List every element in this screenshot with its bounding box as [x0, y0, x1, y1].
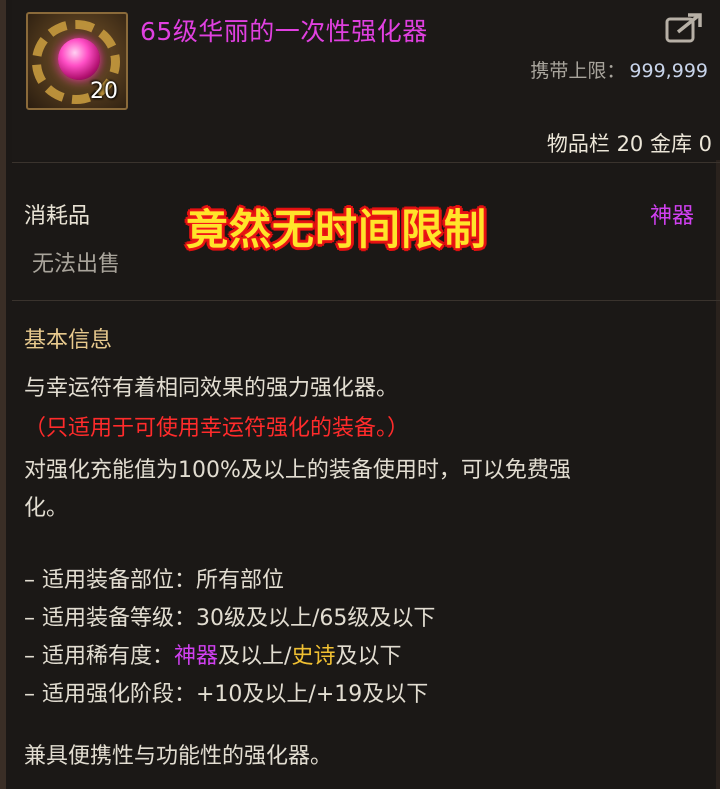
stack-count: 20 [90, 79, 118, 104]
section-divider [12, 300, 720, 301]
rarity-mid: 及以上/ [218, 644, 292, 669]
rarity-range-label: – 适用稀有度： [24, 644, 174, 669]
section-title: 基本信息 [24, 328, 113, 353]
equip-level-value: 30级及以上/65级及以下 [196, 606, 436, 631]
tooltip-header: 20 65级华丽的一次性强化器 携带上限： 999,999 物品栏 20 金库 0 [12, 0, 720, 160]
equip-level-line: – 适用装备等级：30级及以上/65级及以下 [24, 600, 435, 632]
sell-status: 无法出售 [32, 252, 121, 277]
item-tooltip: 20 65级华丽的一次性强化器 携带上限： 999,999 物品栏 20 金库 0… [0, 0, 720, 789]
rarity-min: 神器 [174, 644, 219, 669]
item-type: 消耗品 [24, 204, 91, 229]
item-title: 65级华丽的一次性强化器 [140, 17, 428, 46]
equip-slot-line: – 适用装备部位：所有部位 [24, 562, 284, 594]
description-line-3: 对强化充能值为100%及以上的装备使用时，可以免费强 [24, 458, 571, 483]
enhance-stage-label: – 适用强化阶段： [24, 682, 196, 707]
enhance-stage-value: +10及以上/+19及以下 [196, 682, 429, 707]
equip-level-label: – 适用装备等级： [24, 606, 196, 631]
header-divider [12, 162, 720, 163]
share-export-icon[interactable] [664, 12, 704, 44]
storage-info: 物品栏 20 金库 0 [546, 132, 712, 156]
description-line-1: 与幸运符有着相同效果的强力强化器。 [24, 376, 399, 401]
rarity-label: 神器 [649, 204, 694, 229]
rarity-end: 及以下 [335, 644, 402, 669]
equip-slot-label: – 适用装备部位： [24, 568, 196, 593]
description-line-4: 化。 [24, 496, 69, 521]
carry-limit: 携带上限： 999,999 [530, 56, 708, 83]
description-warning: （只适用于可使用幸运符强化的装备。） [24, 416, 410, 441]
carry-limit-label: 携带上限： [530, 60, 626, 82]
rarity-range-line: – 适用稀有度：神器及以上/史诗及以下 [24, 638, 401, 670]
equip-slot-value: 所有部位 [196, 568, 285, 593]
enhancer-orb-icon: 20 [26, 12, 128, 110]
rarity-max: 史诗 [291, 644, 336, 669]
carry-limit-value: 999,999 [629, 60, 708, 82]
pink-orb [58, 38, 100, 80]
enhance-stage-line: – 适用强化阶段：+10及以上/+19及以下 [24, 676, 428, 708]
overlay-caption: 竟然无时间限制 [186, 205, 488, 254]
footer-description: 兼具便携性与功能性的强化器。 [24, 744, 333, 769]
